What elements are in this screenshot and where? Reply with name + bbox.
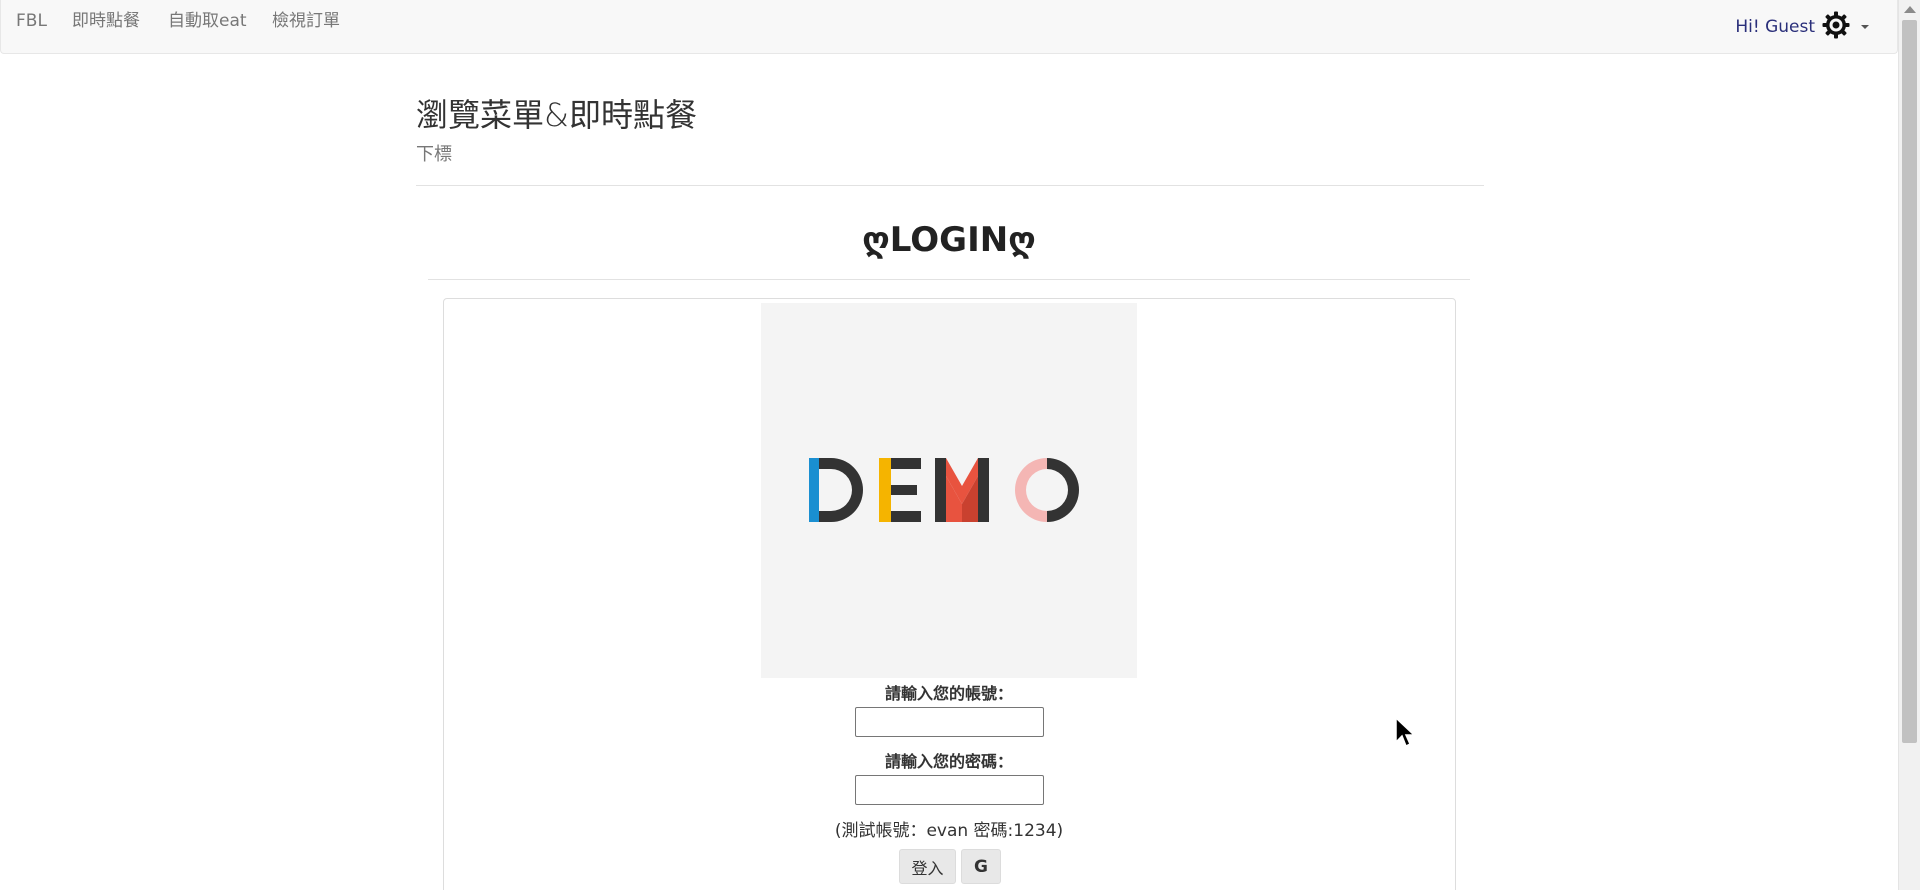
gear-icon[interactable]: [1821, 10, 1851, 44]
vertical-scrollbar[interactable]: [1898, 0, 1920, 890]
password-input[interactable]: [855, 775, 1044, 805]
demo-logo-image: [761, 303, 1137, 678]
chevron-down-icon[interactable]: [1861, 25, 1869, 29]
account-label: 請輸入您的帳號：: [884, 684, 1013, 703]
user-greeting[interactable]: Hi! Guest: [1735, 17, 1815, 37]
divider: [416, 185, 1484, 186]
user-menu[interactable]: Hi! Guest: [1735, 10, 1869, 44]
page-subtitle: 下標: [416, 144, 452, 165]
navbar: FBL 即時點餐 自動取eat 檢視訂單 Hi! Guest: [0, 0, 1898, 54]
demo-logo: [809, 458, 1079, 522]
brand-link[interactable]: FBL: [16, 11, 47, 31]
page-title: 瀏覽菜單&即時點餐: [416, 96, 697, 134]
login-heading: ღLOGINღ: [862, 220, 1036, 260]
google-login-button[interactable]: G: [961, 849, 1001, 884]
login-button[interactable]: 登入: [899, 849, 956, 884]
google-icon: G: [974, 856, 988, 877]
scrollbar-thumb[interactable]: [1902, 20, 1917, 743]
nav-link-view-orders[interactable]: 檢視訂單: [272, 11, 340, 31]
divider: [428, 279, 1470, 280]
scroll-up-arrow-icon[interactable]: [1904, 6, 1916, 13]
nav-link-auto-eat[interactable]: 自動取eat: [168, 11, 247, 31]
nav-link-order[interactable]: 即時點餐: [72, 11, 140, 31]
account-input[interactable]: [855, 707, 1044, 737]
mouse-cursor-icon: [1395, 717, 1416, 748]
password-label: 請輸入您的密碼：: [884, 752, 1013, 771]
test-account-hint: (測試帳號：evan 密碼:1234): [834, 821, 1064, 841]
